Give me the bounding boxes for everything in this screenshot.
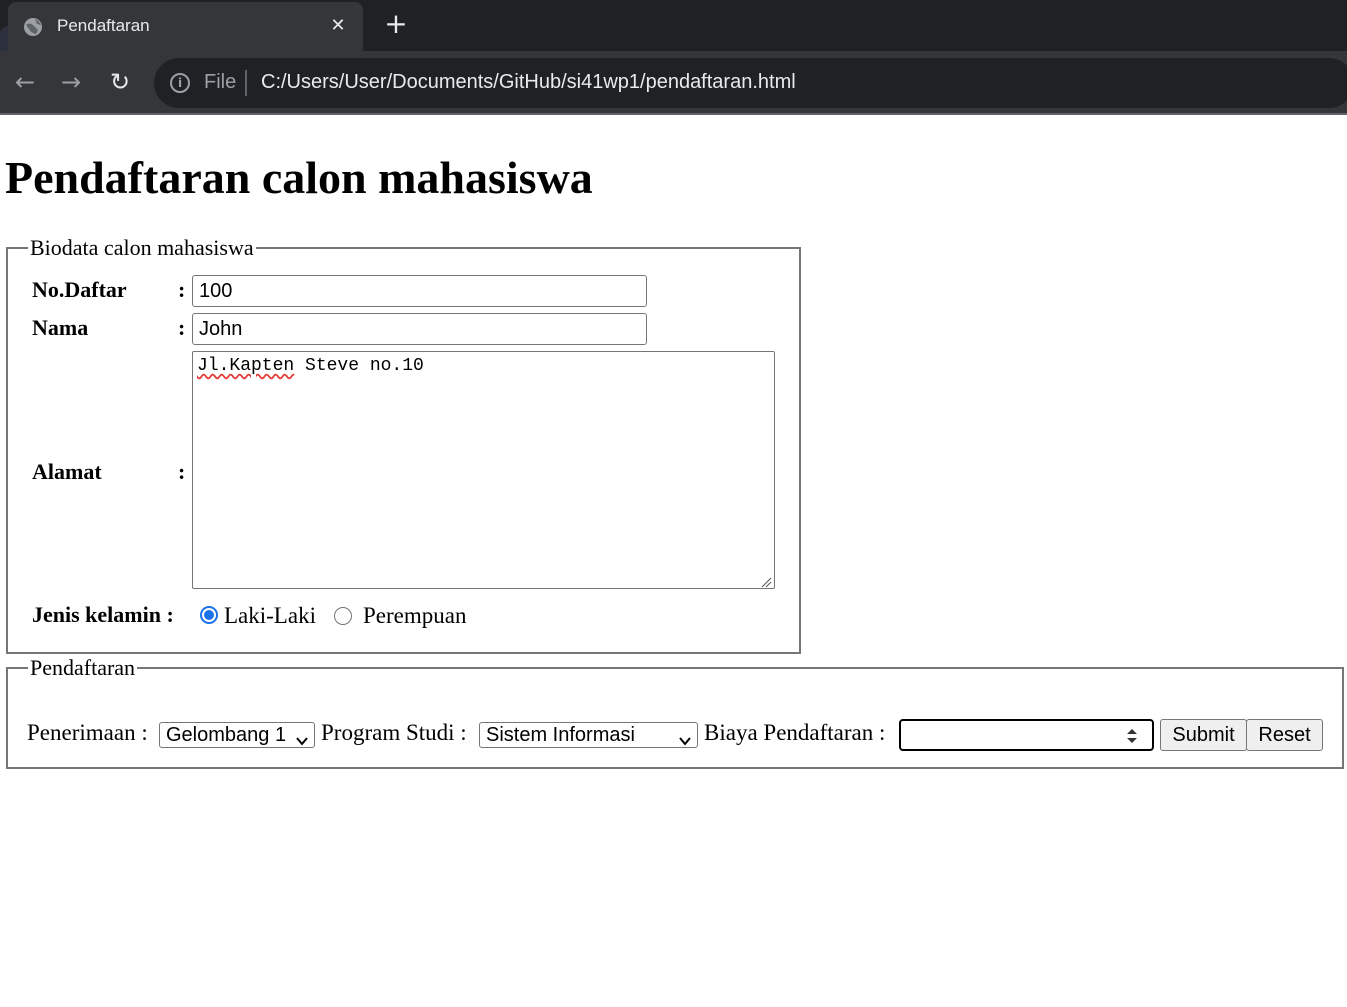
back-arrow-icon[interactable]: ← bbox=[10, 67, 40, 97]
new-tab-icon[interactable]: + bbox=[382, 10, 410, 38]
resize-grip-icon[interactable] bbox=[760, 574, 772, 588]
no-daftar-label: No.Daftar bbox=[32, 277, 127, 302]
penerimaan-value: Gelombang 1 bbox=[166, 724, 287, 746]
scheme-label: File bbox=[204, 71, 237, 93]
gender-radio-perempuan[interactable] bbox=[334, 607, 352, 625]
biodata-legend: Biodata calon mahasiswa bbox=[30, 235, 254, 260]
address-bar[interactable]: i File C:/Users/User/Documents/GitHub/si… bbox=[154, 58, 1347, 108]
globe-icon bbox=[22, 16, 44, 38]
no-daftar-input[interactable]: 100 bbox=[192, 275, 647, 307]
alamat-text-rest: Steve no.10 bbox=[294, 356, 424, 376]
registration-fieldset: Pendaftaran bbox=[6, 655, 1344, 769]
browser-toolbar: ← → ↻ i File C:/Users/User/Documents/Git… bbox=[0, 51, 1347, 115]
nama-colon: : bbox=[178, 315, 186, 340]
chevron-down-icon bbox=[679, 729, 691, 746]
gender-option-laki[interactable]: Laki-Laki bbox=[224, 603, 316, 629]
alamat-colon: : bbox=[178, 459, 186, 484]
alamat-label: Alamat bbox=[32, 459, 102, 484]
close-tab-icon[interactable]: ✕ bbox=[326, 14, 350, 38]
browser-tab[interactable]: Pendaftaran ✕ bbox=[8, 2, 363, 51]
gender-label: Jenis kelamin : bbox=[32, 602, 174, 627]
browser-tabstrip: Pendaftaran ✕ + bbox=[0, 0, 1347, 72]
penerimaan-label: Penerimaan : bbox=[27, 720, 148, 745]
spinner-icon[interactable] bbox=[1126, 727, 1138, 745]
forward-arrow-icon[interactable]: → bbox=[56, 67, 86, 97]
prodi-value: Sistem Informasi bbox=[486, 724, 635, 746]
submit-button[interactable]: Submit bbox=[1160, 719, 1247, 751]
registration-legend: Pendaftaran bbox=[30, 655, 136, 680]
page-title: Pendaftaran calon mahasiswa bbox=[5, 152, 593, 203]
reload-icon[interactable]: ↻ bbox=[105, 67, 135, 97]
biaya-label: Biaya Pendaftaran : bbox=[704, 720, 886, 745]
gender-radio-laki[interactable] bbox=[200, 606, 218, 624]
chevron-down-icon bbox=[296, 729, 308, 746]
nama-input[interactable]: John bbox=[192, 313, 647, 345]
reset-button[interactable]: Reset bbox=[1246, 719, 1323, 751]
prodi-label: Program Studi : bbox=[321, 720, 467, 745]
gender-option-perempuan[interactable]: Perempuan bbox=[363, 603, 466, 629]
info-icon[interactable]: i bbox=[170, 73, 190, 93]
url-text[interactable]: C:/Users/User/Documents/GitHub/si41wp1/p… bbox=[261, 71, 796, 94]
biaya-number-input[interactable] bbox=[899, 719, 1154, 751]
alamat-textarea[interactable]: Jl.Kapten Steve no.10 bbox=[192, 351, 775, 589]
alamat-text-misspelled: Jl.Kapten bbox=[197, 356, 295, 376]
url-divider bbox=[245, 70, 247, 96]
nama-label: Nama bbox=[32, 315, 89, 340]
no-daftar-colon: : bbox=[178, 277, 186, 302]
prodi-select[interactable]: Sistem Informasi bbox=[479, 722, 698, 748]
tab-title: Pendaftaran bbox=[57, 16, 150, 35]
penerimaan-select[interactable]: Gelombang 1 bbox=[159, 722, 315, 748]
page-content: Pendaftaran calon mahasiswa Biodata calo… bbox=[0, 117, 1347, 1007]
